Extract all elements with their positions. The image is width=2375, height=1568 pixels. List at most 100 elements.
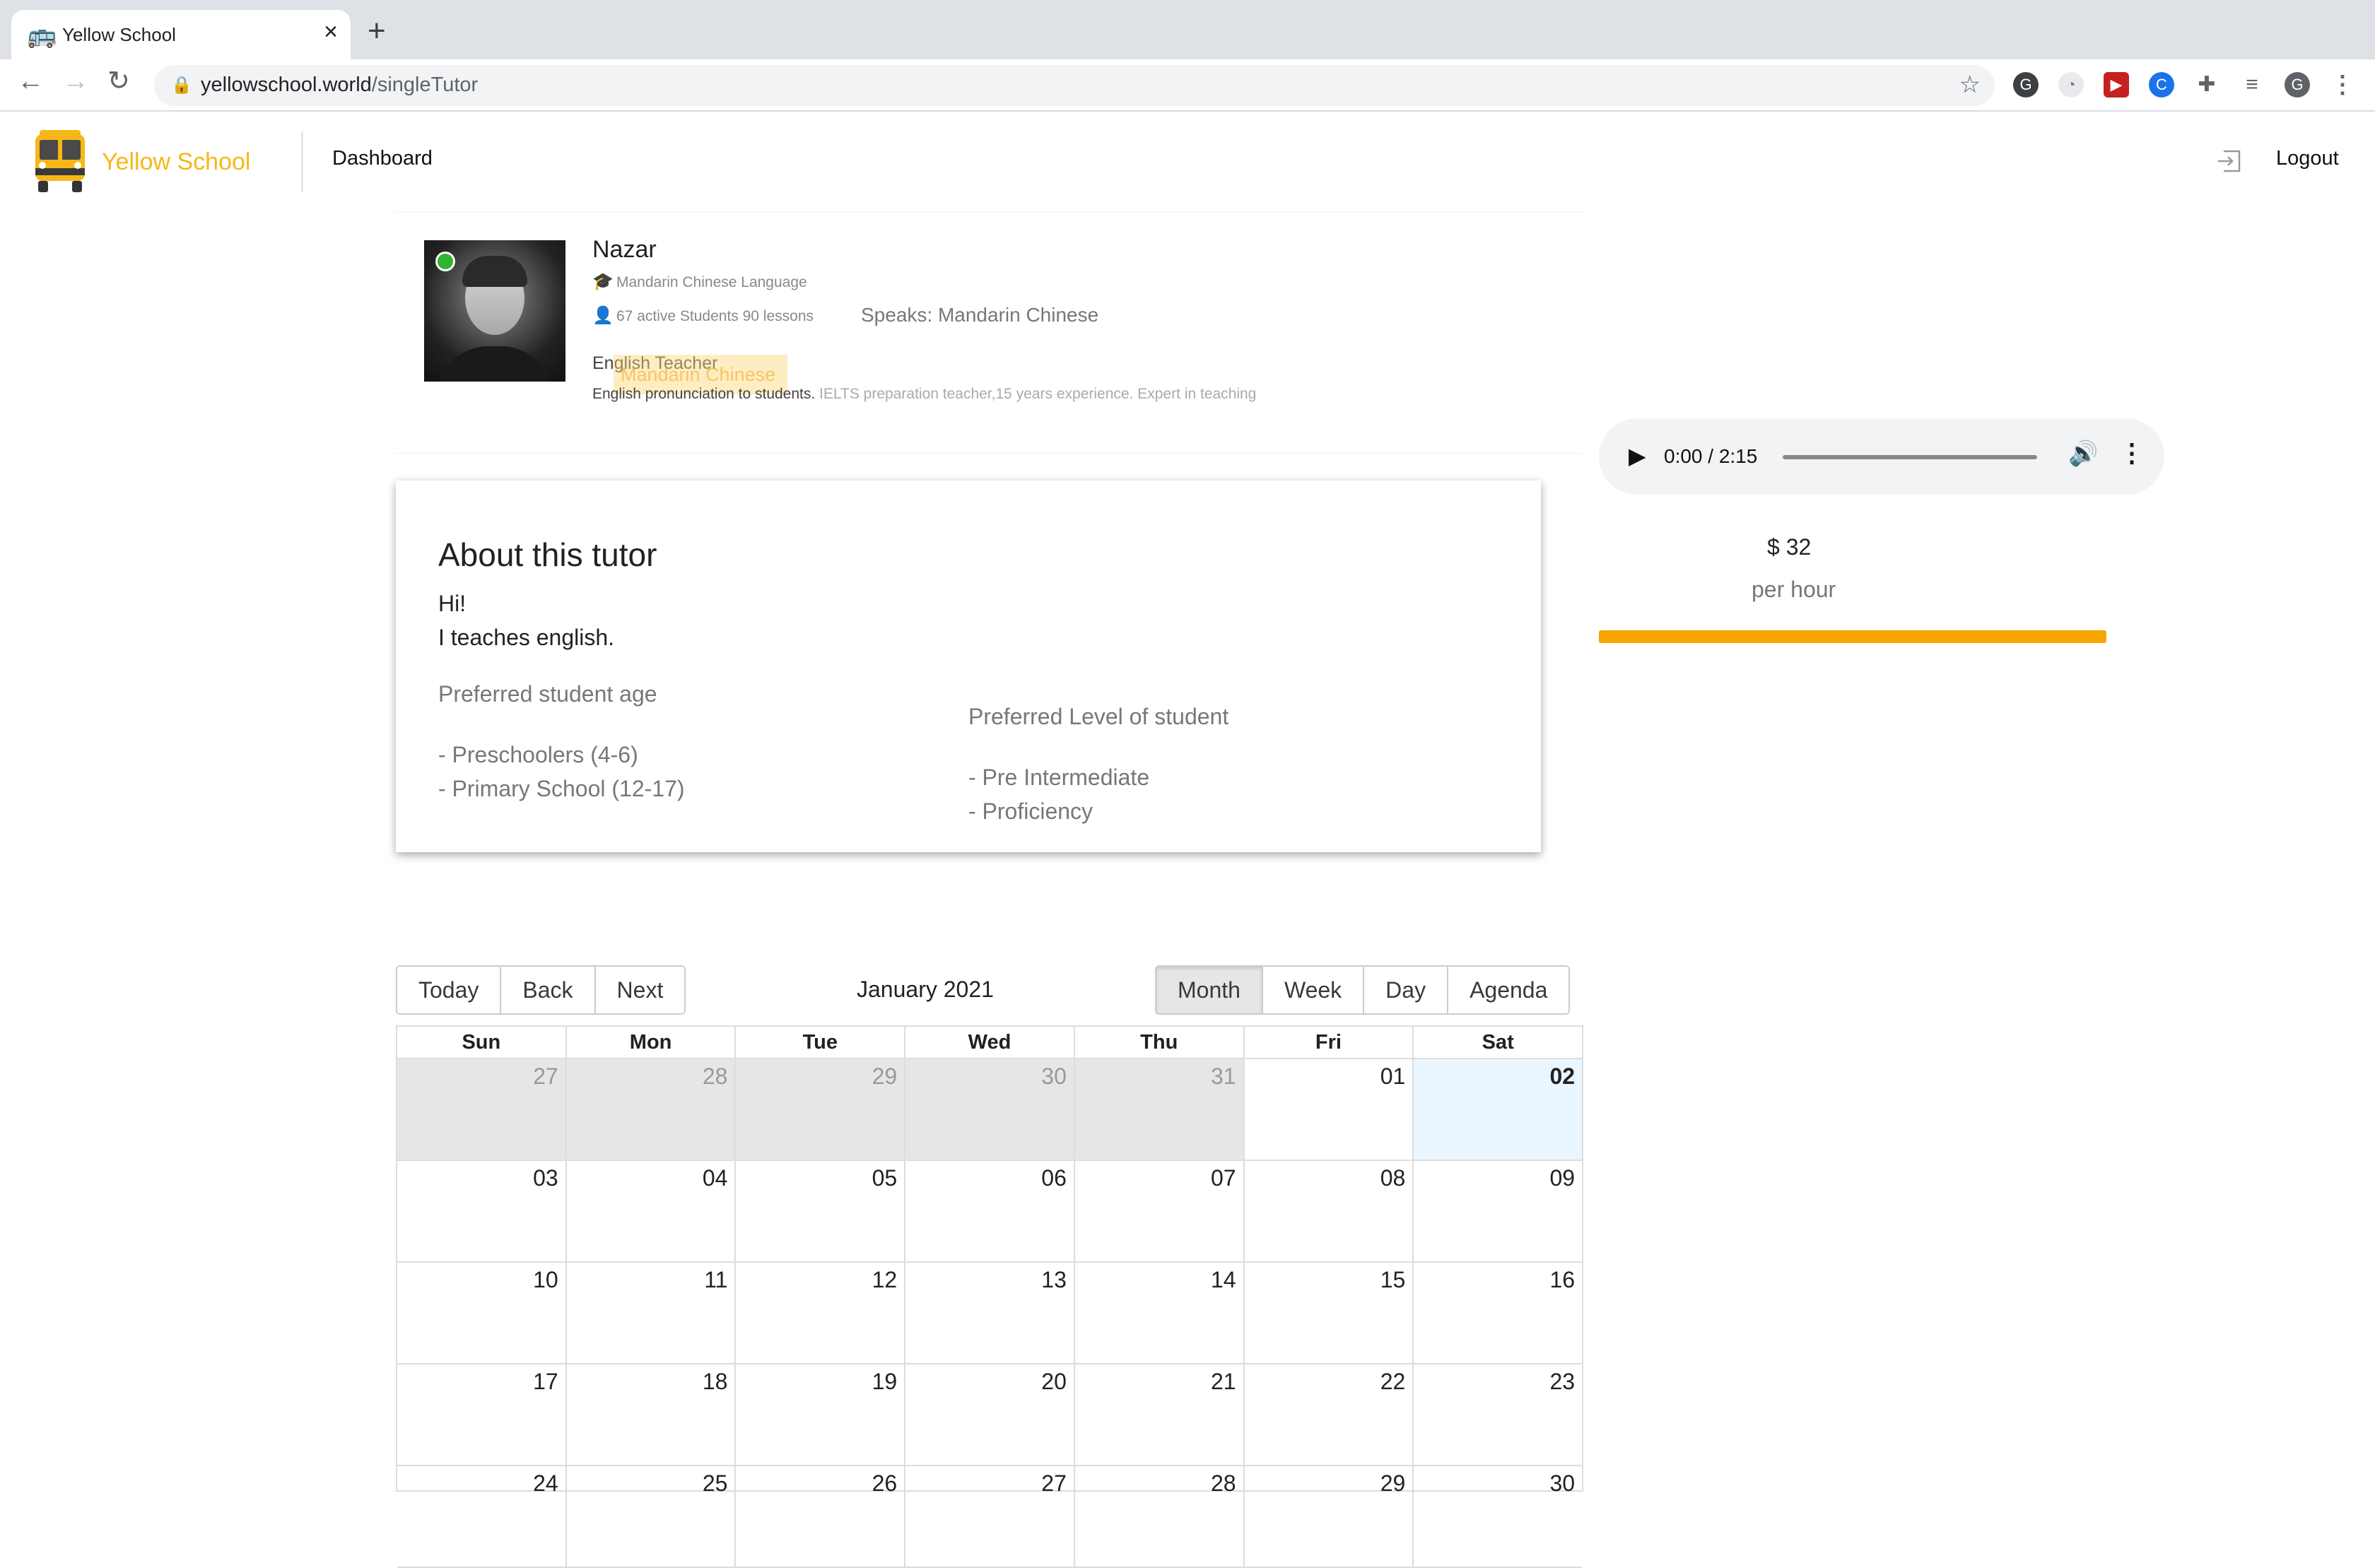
extension-media-icon[interactable]: ▶ (2104, 72, 2129, 98)
calendar-day-cell[interactable]: 19 (734, 1364, 904, 1465)
tab-strip (0, 0, 2375, 59)
address-bar[interactable]: 🔒 yellowschool.world/singleTutor ☆ (154, 65, 1995, 106)
calendar-day-cell[interactable]: 05 (734, 1161, 904, 1261)
extension-g-icon[interactable]: G (2013, 72, 2039, 98)
calendar-day-cell[interactable]: 21 (1073, 1364, 1243, 1465)
reading-list-icon[interactable]: ≡ (2239, 72, 2265, 98)
calendar-day-cell[interactable]: 06 (904, 1161, 1074, 1261)
calendar-day-cell[interactable]: 10 (397, 1263, 565, 1363)
month-view-button[interactable]: Month (1156, 967, 1263, 1013)
play-icon[interactable]: ▶ (1629, 442, 1646, 469)
more-options-icon[interactable]: ⋮ (2119, 438, 2145, 468)
level-item: - Pre Intermediate (968, 765, 1150, 790)
weekday-header: Sun Mon Tue Wed Thu Fri Sat (397, 1027, 1582, 1059)
price-accent-bar (1599, 630, 2106, 643)
calendar-day-cell[interactable]: 17 (397, 1364, 565, 1465)
calendar-day-cell[interactable]: 12 (734, 1263, 904, 1363)
calendar-day-cell[interactable]: 09 (1412, 1161, 1582, 1261)
calendar-day-cell[interactable]: 30 (904, 1059, 1074, 1160)
url-domain: yellowschool.world (201, 73, 372, 96)
browser-tab[interactable]: 🚌 Yellow School × (11, 10, 351, 59)
back-button[interactable]: Back (501, 967, 596, 1013)
preferred-level-heading: Preferred Level of student (968, 704, 1229, 729)
calendar-day-cell[interactable]: 29 (1243, 1466, 1413, 1567)
week-view-button[interactable]: Week (1262, 967, 1365, 1013)
tab-title: Yellow School (62, 24, 176, 45)
url-path: /singleTutor (371, 73, 479, 96)
extensions-puzzle-icon[interactable]: ✚ (2194, 72, 2219, 98)
audio-progress-track[interactable] (1783, 455, 2037, 459)
dashboard-link[interactable]: Dashboard (332, 147, 433, 170)
calendar-day-cell[interactable]: 28 (565, 1059, 735, 1160)
calendar-day-cell[interactable]: 23 (1412, 1364, 1582, 1465)
agenda-view-button[interactable]: Agenda (1448, 967, 1569, 1013)
calendar-view-group: Month Week Day Agenda (1155, 965, 1571, 1015)
calendar-day-cell[interactable]: 15 (1243, 1263, 1413, 1363)
calendar-day-cell[interactable]: 04 (565, 1161, 735, 1261)
calendar-day-cell[interactable]: 08 (1243, 1161, 1413, 1261)
logout-link[interactable]: Logout (2276, 147, 2339, 170)
audio-player: ▶ 0:00 / 2:15 🔊 ⋮ (1599, 418, 2164, 495)
day-view-button[interactable]: Day (1364, 967, 1449, 1013)
extension-refresh-icon[interactable]: C (2149, 72, 2174, 98)
header-divider (301, 131, 303, 192)
age-item: - Preschoolers (4-6) (438, 742, 638, 767)
calendar-day-cell[interactable]: 07 (1073, 1161, 1243, 1261)
calendar-day-cell[interactable]: 24 (397, 1466, 565, 1567)
calendar-day-cell[interactable]: 27 (904, 1466, 1074, 1567)
calendar-day-cell[interactable]: 27 (397, 1059, 565, 1160)
logout-icon[interactable] (2215, 147, 2244, 175)
calendar-week-row: 03 04 05 06 07 08 09 (397, 1161, 1582, 1263)
preferred-level-list: - Pre Intermediate - Proficiency (968, 760, 1149, 828)
about-title: About this tutor (438, 536, 657, 573)
bookmark-star-icon[interactable]: ☆ (1959, 71, 1981, 99)
price-amount: $ 32 (1767, 534, 1812, 560)
students-icon: 👤 (592, 306, 614, 325)
weekday-label: Sun (462, 1031, 501, 1054)
new-tab-icon[interactable]: + (368, 16, 386, 47)
online-status-dot (435, 252, 455, 271)
calendar-day-cell[interactable]: 26 (734, 1466, 904, 1567)
calendar-day-cell[interactable]: 22 (1243, 1364, 1413, 1465)
calendar-day-cell[interactable]: 31 (1073, 1059, 1243, 1160)
calendar-day-cell[interactable]: 01 (1243, 1059, 1413, 1160)
next-button[interactable]: Next (595, 967, 685, 1013)
calendar-day-cell[interactable]: 18 (565, 1364, 735, 1465)
calendar-day-cell[interactable]: 30 (1412, 1466, 1582, 1567)
volume-icon[interactable]: 🔊 (2068, 440, 2098, 468)
browser-menu-icon[interactable]: ⋮ (2330, 72, 2355, 98)
weekday-label: Thu (1073, 1027, 1243, 1058)
age-item: - Primary School (12-17) (438, 776, 685, 801)
calendar-day-cell[interactable]: 14 (1073, 1263, 1243, 1363)
weekday-label: Tue (734, 1027, 904, 1058)
calendar-day-cell[interactable]: 16 (1412, 1263, 1582, 1363)
calendar-day-cell[interactable]: 20 (904, 1364, 1074, 1465)
close-tab-icon[interactable]: × (324, 18, 338, 46)
weekday-label: Sat (1412, 1027, 1582, 1058)
calendar-week-row: 27 28 29 30 31 01 02 (397, 1059, 1583, 1161)
calendar-week-row: 10 11 12 13 14 15 16 (397, 1263, 1582, 1364)
calendar-day-cell[interactable]: 25 (565, 1466, 735, 1567)
calendar-nav-group: Today Back Next (396, 965, 686, 1015)
today-button[interactable]: Today (397, 967, 502, 1013)
school-bus-logo-icon[interactable] (31, 129, 89, 195)
about-description: I teaches english. (438, 625, 615, 650)
preferred-age-list: - Preschoolers (4-6) - Primary School (1… (438, 738, 685, 806)
calendar-day-cell[interactable]: 11 (565, 1263, 735, 1363)
profile-avatar[interactable]: G (2285, 72, 2310, 98)
calendar-today-cell[interactable]: 02 (1412, 1059, 1583, 1160)
reload-icon[interactable]: ↻ (107, 68, 130, 95)
calendar-day-cell[interactable]: 13 (904, 1263, 1074, 1363)
calendar-day-cell[interactable]: 28 (1073, 1466, 1243, 1567)
extension-timer-icon[interactable]: ◔ (2058, 72, 2084, 98)
calendar-day-cell[interactable]: 03 (397, 1161, 565, 1261)
price-unit: per hour (1752, 577, 1836, 602)
calendar-day-cell[interactable]: 29 (734, 1059, 905, 1160)
forward-arrow-icon[interactable]: → (62, 68, 89, 95)
back-arrow-icon[interactable]: ← (17, 68, 44, 95)
tutor-language: 🎓 Mandarin Chinese Language (592, 271, 807, 292)
weekday-label: Wed (904, 1027, 1074, 1058)
bio-text: English pronunciation to students. IELTS… (592, 382, 1299, 406)
logo-text[interactable]: Yellow School (102, 148, 250, 176)
audio-time: 0:00 / 2:15 (1664, 445, 1758, 467)
